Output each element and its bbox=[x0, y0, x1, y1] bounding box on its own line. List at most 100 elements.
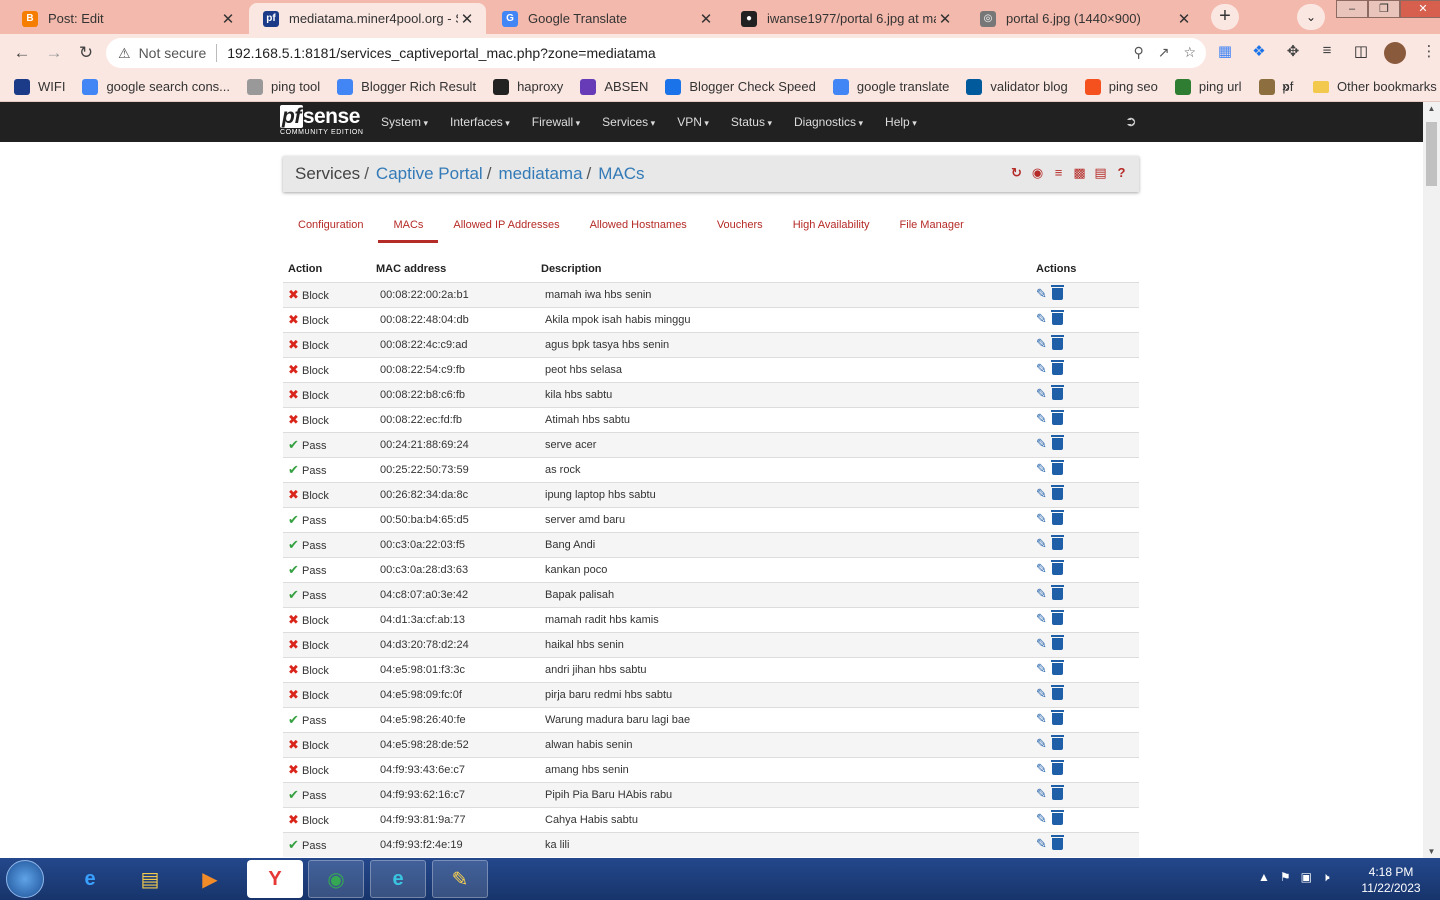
edit-pencil-icon[interactable]: ✎ bbox=[1036, 612, 1048, 625]
breadcrumb-macs[interactable]: MACs bbox=[598, 164, 644, 184]
edit-pencil-icon[interactable]: ✎ bbox=[1036, 537, 1048, 550]
tab-vouchers[interactable]: Vouchers bbox=[702, 212, 778, 243]
chrome-icon[interactable]: ◉ bbox=[308, 860, 364, 898]
delete-trash-icon[interactable] bbox=[1051, 785, 1064, 800]
tray-expand-icon[interactable]: ▲ bbox=[1258, 870, 1270, 885]
menu-help[interactable]: Help bbox=[885, 115, 917, 129]
tab-macs[interactable]: MACs bbox=[378, 212, 439, 243]
logout-icon[interactable]: ➲ bbox=[1125, 113, 1137, 130]
bookmark-item[interactable]: google translate bbox=[832, 78, 949, 95]
menu-kebab-icon[interactable]: ⋮ bbox=[1418, 42, 1440, 68]
edit-pencil-icon[interactable]: ✎ bbox=[1036, 662, 1048, 675]
close-tab-icon[interactable]: ✕ bbox=[697, 10, 715, 28]
edit-pencil-icon[interactable]: ✎ bbox=[1036, 312, 1048, 325]
forward-icon[interactable]: → bbox=[43, 42, 65, 64]
close-tab-icon[interactable]: ✕ bbox=[458, 10, 476, 28]
edit-pencil-icon[interactable]: ✎ bbox=[1036, 362, 1048, 375]
edit-pencil-icon[interactable]: ✎ bbox=[1036, 487, 1048, 500]
delete-trash-icon[interactable] bbox=[1051, 635, 1064, 650]
back-icon[interactable]: ← bbox=[11, 42, 33, 64]
menu-interfaces[interactable]: Interfaces bbox=[450, 115, 510, 129]
edit-pencil-icon[interactable]: ✎ bbox=[1036, 712, 1048, 725]
side-panel-icon[interactable]: ◫ bbox=[1350, 42, 1372, 68]
reading-list-icon[interactable]: ≡ bbox=[1316, 42, 1338, 68]
bookmark-item[interactable]: ping tool bbox=[247, 78, 320, 95]
edit-pencil-icon[interactable]: ✎ bbox=[1036, 687, 1048, 700]
bookmark-item[interactable]: ping seo bbox=[1084, 78, 1158, 95]
browser-tab[interactable]: B Post: Edit ✕ bbox=[8, 3, 247, 34]
edit-pencil-icon[interactable]: ✎ bbox=[1036, 337, 1048, 350]
bookmark-item[interactable]: ping url bbox=[1174, 78, 1242, 95]
close-window-button[interactable]: ✕ bbox=[1400, 0, 1440, 18]
paint-icon[interactable]: ✎ bbox=[432, 860, 488, 898]
menu-vpn[interactable]: VPN bbox=[677, 115, 709, 129]
tab-allowed-hostnames[interactable]: Allowed Hostnames bbox=[575, 212, 702, 243]
breadcrumb-zone[interactable]: mediatama bbox=[498, 164, 582, 184]
delete-trash-icon[interactable] bbox=[1051, 510, 1064, 525]
delete-trash-icon[interactable] bbox=[1051, 585, 1064, 600]
delete-trash-icon[interactable] bbox=[1051, 660, 1064, 675]
bookmark-item[interactable]: WIFI bbox=[14, 78, 65, 95]
bookmark-item[interactable]: Blogger Rich Result bbox=[337, 78, 476, 95]
tab-search-icon[interactable]: ⌄ bbox=[1297, 4, 1325, 30]
file-explorer-icon[interactable]: ▤ bbox=[122, 860, 178, 898]
tab-configuration[interactable]: Configuration bbox=[283, 212, 378, 243]
bookmark-item[interactable]: validator blog bbox=[966, 78, 1068, 95]
delete-trash-icon[interactable] bbox=[1051, 560, 1064, 575]
other-bookmarks-folder[interactable]: Other bookmarks bbox=[1313, 72, 1437, 101]
more-bookmarks-chevron-icon[interactable]: » bbox=[1282, 78, 1290, 94]
delete-trash-icon[interactable] bbox=[1051, 310, 1064, 325]
extension-icon[interactable]: ❖ bbox=[1248, 42, 1270, 68]
reload-icon[interactable]: ↻ bbox=[75, 42, 97, 64]
stop-service-icon[interactable]: ◉ bbox=[1030, 165, 1045, 181]
page-scrollbar[interactable]: ▲ ▼ bbox=[1423, 102, 1440, 858]
profile-avatar[interactable] bbox=[1384, 42, 1406, 68]
delete-trash-icon[interactable] bbox=[1051, 435, 1064, 450]
taskbar-clock[interactable]: 4:18 PM 11/22/2023 bbox=[1355, 864, 1427, 896]
google-translate-extension-icon[interactable]: ▦ bbox=[1214, 42, 1236, 68]
menu-diagnostics[interactable]: Diagnostics bbox=[794, 115, 863, 129]
delete-trash-icon[interactable] bbox=[1051, 710, 1064, 725]
tab-file-manager[interactable]: File Manager bbox=[885, 212, 979, 243]
bookmark-item[interactable]: haproxy bbox=[493, 78, 563, 95]
scroll-up-arrow[interactable]: ▲ bbox=[1423, 104, 1440, 113]
delete-trash-icon[interactable] bbox=[1051, 385, 1064, 400]
zoom-icon[interactable]: ⚲ bbox=[1133, 44, 1143, 61]
network-icon[interactable]: ▣ bbox=[1301, 870, 1312, 885]
delete-trash-icon[interactable] bbox=[1051, 810, 1064, 825]
address-bar[interactable]: ⚠ Not secure 192.168.5.1:8181/services_c… bbox=[106, 38, 1206, 68]
bookmark-item[interactable]: google search cons... bbox=[82, 78, 230, 95]
action-center-flag-icon[interactable]: ⚑ bbox=[1280, 870, 1291, 885]
new-tab-button[interactable]: + bbox=[1211, 4, 1239, 30]
delete-trash-icon[interactable] bbox=[1051, 835, 1064, 851]
edit-pencil-icon[interactable]: ✎ bbox=[1036, 787, 1048, 800]
status-chart-icon[interactable]: ▩ bbox=[1072, 165, 1087, 181]
close-tab-icon[interactable]: ✕ bbox=[1175, 10, 1193, 28]
delete-trash-icon[interactable] bbox=[1051, 360, 1064, 375]
extensions-puzzle-icon[interactable]: ✥ bbox=[1282, 42, 1304, 68]
delete-trash-icon[interactable] bbox=[1051, 460, 1064, 475]
settings-sliders-icon[interactable]: ≡ bbox=[1051, 165, 1066, 181]
restart-service-icon[interactable]: ↻ bbox=[1009, 165, 1024, 181]
warning-icon[interactable]: ⚠ bbox=[118, 45, 131, 62]
edit-pencil-icon[interactable]: ✎ bbox=[1036, 387, 1048, 400]
browser-tab[interactable]: pf mediatama.miner4pool.org - Ser ✕ bbox=[249, 3, 486, 34]
delete-trash-icon[interactable] bbox=[1051, 285, 1064, 300]
breadcrumb-captive-portal[interactable]: Captive Portal bbox=[376, 164, 483, 184]
help-icon[interactable]: ? bbox=[1114, 165, 1129, 181]
edit-pencil-icon[interactable]: ✎ bbox=[1036, 812, 1048, 825]
edit-pencil-icon[interactable]: ✎ bbox=[1036, 562, 1048, 575]
menu-firewall[interactable]: Firewall bbox=[532, 115, 580, 129]
browser-tab[interactable]: ● iwanse1977/portal 6.jpg at main ✕ bbox=[727, 3, 964, 34]
edit-pencil-icon[interactable]: ✎ bbox=[1036, 762, 1048, 775]
close-tab-icon[interactable]: ✕ bbox=[219, 10, 237, 28]
edit-pencil-icon[interactable]: ✎ bbox=[1036, 587, 1048, 600]
tab-high-availability[interactable]: High Availability bbox=[778, 212, 885, 243]
delete-trash-icon[interactable] bbox=[1051, 760, 1064, 775]
edit-pencil-icon[interactable]: ✎ bbox=[1036, 462, 1048, 475]
log-list-icon[interactable]: ▤ bbox=[1093, 165, 1108, 181]
bookmark-item[interactable]: Blogger Check Speed bbox=[665, 78, 816, 95]
bookmark-star-icon[interactable]: ☆ bbox=[1183, 44, 1196, 61]
tab-allowed-ip-addresses[interactable]: Allowed IP Addresses bbox=[438, 212, 574, 243]
volume-muted-icon[interactable]: 🕨 bbox=[1322, 870, 1330, 885]
